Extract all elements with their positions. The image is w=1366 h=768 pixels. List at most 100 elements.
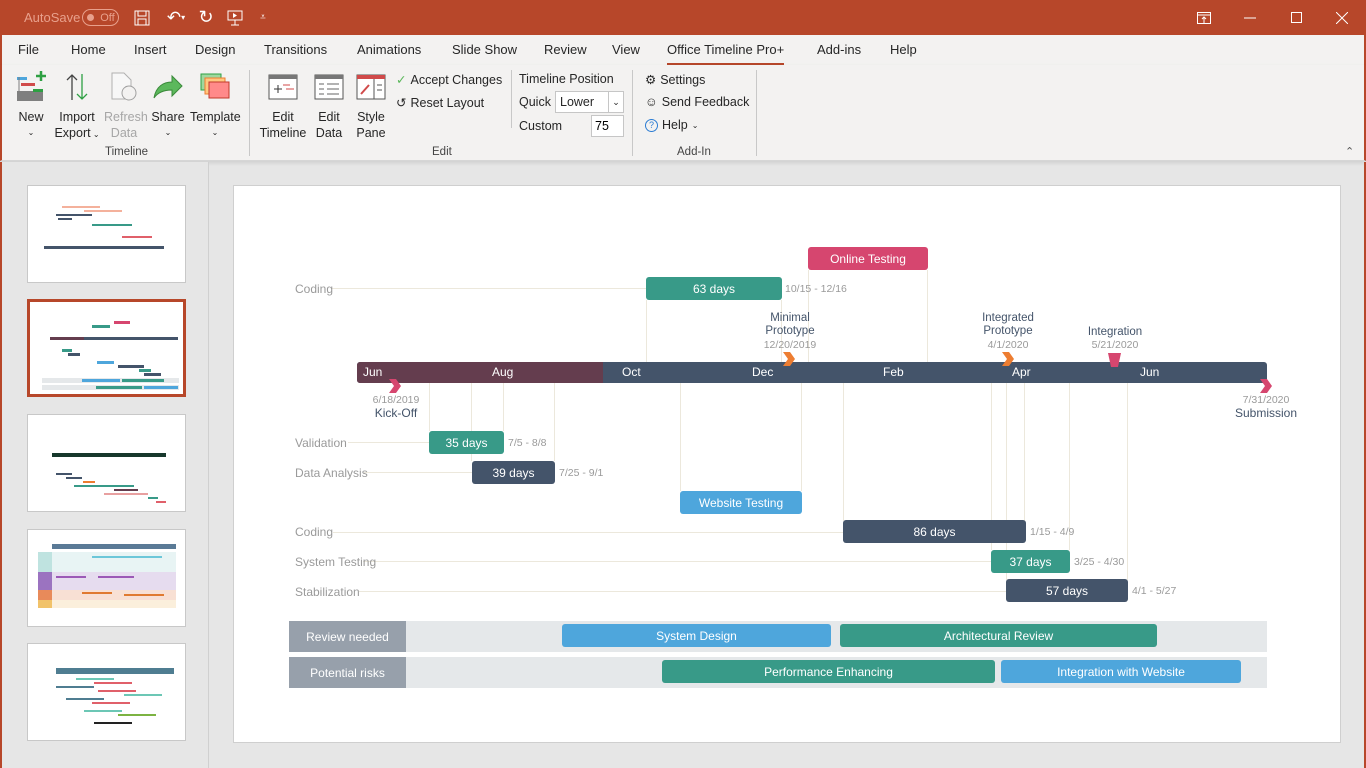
import-export-button[interactable]: Import Export ⌄ xyxy=(54,69,100,143)
month-tick: Jun xyxy=(363,365,383,379)
milestone-title: Minimal Prototype xyxy=(765,312,815,337)
timescale-bar[interactable]: Jun Aug Oct Dec Feb Apr Jun xyxy=(357,362,1267,383)
quick-position-select[interactable]: Lower ⌄ xyxy=(555,91,624,113)
edit-group-label: Edit xyxy=(432,146,452,158)
ribbon: New ⌄ Import Export ⌄ Refresh Data Share ⌄ … xyxy=(0,65,1366,161)
task-bar[interactable]: 63 days xyxy=(646,277,782,300)
tab-home[interactable]: Home xyxy=(71,42,106,57)
task-bar[interactable]: 57 days xyxy=(1006,579,1128,602)
reset-icon: ↺ xyxy=(396,96,407,110)
task-dates: 4/1 - 5/27 xyxy=(1132,585,1177,597)
ribbon-separator xyxy=(249,70,250,156)
row-line xyxy=(363,561,991,562)
slide-thumbnail-3[interactable] xyxy=(27,414,186,512)
milestone-title: Kick-Off xyxy=(374,406,418,420)
task-bar[interactable]: 86 days xyxy=(843,520,1026,543)
tab-office-timeline-pro[interactable]: Office Timeline Pro+ xyxy=(667,42,785,66)
task-dates: 1/15 - 4/9 xyxy=(1030,526,1075,538)
settings-button[interactable]: ⚙ Settings xyxy=(645,72,705,88)
tab-review[interactable]: Review xyxy=(544,42,587,57)
minimize-icon[interactable] xyxy=(1227,0,1273,35)
task-bar[interactable]: 35 days xyxy=(429,431,504,454)
undo-icon[interactable]: ↶ ▾ xyxy=(162,0,190,35)
milestone-chevron-icon[interactable] xyxy=(388,379,402,393)
tab-transitions[interactable]: Transitions xyxy=(264,42,327,57)
month-tick: Aug xyxy=(492,365,514,379)
customize-toolbar-icon[interactable]: ⩡ xyxy=(256,0,270,35)
tab-add-ins[interactable]: Add-ins xyxy=(817,42,861,57)
style-pane-label-2: Pane xyxy=(356,126,386,140)
swimlane-bar[interactable]: Integration with Website xyxy=(1001,660,1241,683)
swimlane-bar[interactable]: System Design xyxy=(562,624,831,647)
ribbon-display-icon[interactable] xyxy=(1181,0,1227,35)
autosave-label: AutoSave xyxy=(24,10,81,25)
collapse-ribbon-icon[interactable]: ⌃ xyxy=(1345,145,1354,158)
online-testing-bar[interactable]: Online Testing xyxy=(808,247,928,270)
milestone-trapezoid-icon[interactable] xyxy=(1108,353,1121,367)
edit-timeline-button[interactable]: Edit Timeline xyxy=(259,69,307,141)
swimlane-label: Potential risks xyxy=(289,657,406,688)
accept-changes-button[interactable]: ✓ Accept Changes xyxy=(396,72,502,88)
style-pane-button[interactable]: Style Pane xyxy=(354,69,388,141)
month-tick: Feb xyxy=(883,365,904,379)
task-bar[interactable]: 39 days xyxy=(472,461,555,484)
redo-icon[interactable]: ↻ xyxy=(196,0,216,35)
tab-design[interactable]: Design xyxy=(195,42,235,57)
save-icon[interactable] xyxy=(132,0,152,35)
send-feedback-button[interactable]: ☺ Send Feedback xyxy=(645,95,749,109)
guide-line xyxy=(927,270,928,362)
tab-slide-show[interactable]: Slide Show xyxy=(452,42,517,57)
edit-data-label: Edit xyxy=(318,110,340,124)
reset-layout-label: Reset Layout xyxy=(410,95,485,110)
guide-line xyxy=(1024,383,1025,521)
close-icon[interactable] xyxy=(1319,0,1365,35)
help-label: Help xyxy=(662,118,688,132)
custom-position-input[interactable]: 75 xyxy=(591,115,624,137)
autosave-toggle[interactable]: Off xyxy=(82,9,119,26)
export-label: Export xyxy=(54,126,91,140)
slide-thumbnail-2[interactable] xyxy=(27,299,186,397)
custom-label: Custom xyxy=(519,119,563,133)
tab-view[interactable]: View xyxy=(612,42,640,57)
tab-help[interactable]: Help xyxy=(890,42,917,57)
swimlane-bar[interactable]: Architectural Review xyxy=(840,624,1157,647)
task-label: Validation xyxy=(295,436,347,450)
quick-position-value: Lower xyxy=(560,95,595,109)
tab-insert[interactable]: Insert xyxy=(134,42,167,57)
milestone-chevron-icon[interactable] xyxy=(1001,352,1015,366)
slide-thumbnail-5[interactable] xyxy=(27,643,186,741)
reset-layout-button[interactable]: ↺ Reset Layout xyxy=(396,95,485,111)
template-label: Template xyxy=(190,110,241,124)
milestone-chevron-icon[interactable] xyxy=(782,352,796,366)
website-testing-bar[interactable]: Website Testing xyxy=(680,491,802,514)
tab-animations[interactable]: Animations xyxy=(357,42,421,57)
slide-thumbnail-1[interactable] xyxy=(27,185,186,283)
slide-thumbnail-4[interactable] xyxy=(27,529,186,627)
month-tick: Apr xyxy=(1012,365,1031,379)
help-button[interactable]: ? Help ⌄ xyxy=(645,118,698,132)
swimlane-bar[interactable]: Performance Enhancing xyxy=(662,660,995,683)
refresh-data-button[interactable]: Refresh Data xyxy=(104,69,148,141)
milestone-date: 6/18/2019 xyxy=(372,394,420,406)
edit-timeline-label: Edit xyxy=(272,110,294,124)
ribbon-separator xyxy=(632,70,633,156)
template-button[interactable]: Template ⌄ xyxy=(190,69,241,141)
style-pane-icon xyxy=(354,69,388,105)
edit-timeline-label-2: Timeline xyxy=(259,126,307,140)
milestone-chevron-icon[interactable] xyxy=(1259,379,1273,393)
swimlane-label: Review needed xyxy=(289,621,406,652)
quick-label: Quick xyxy=(519,95,551,109)
style-pane-label: Style xyxy=(357,110,385,124)
maximize-icon[interactable] xyxy=(1273,0,1319,35)
import-export-icon xyxy=(54,69,100,105)
guide-line xyxy=(801,383,802,491)
task-dates: 3/25 - 4/30 xyxy=(1074,556,1125,568)
new-button[interactable]: New ⌄ xyxy=(14,69,48,141)
edit-data-button[interactable]: Edit Data xyxy=(312,69,346,141)
task-bar[interactable]: 37 days xyxy=(991,550,1070,573)
tab-file[interactable]: File xyxy=(18,42,39,57)
refresh-label: Refresh xyxy=(104,110,148,124)
task-label: System Testing xyxy=(295,555,377,569)
share-button[interactable]: Share ⌄ xyxy=(150,69,186,141)
present-icon[interactable] xyxy=(225,0,245,35)
